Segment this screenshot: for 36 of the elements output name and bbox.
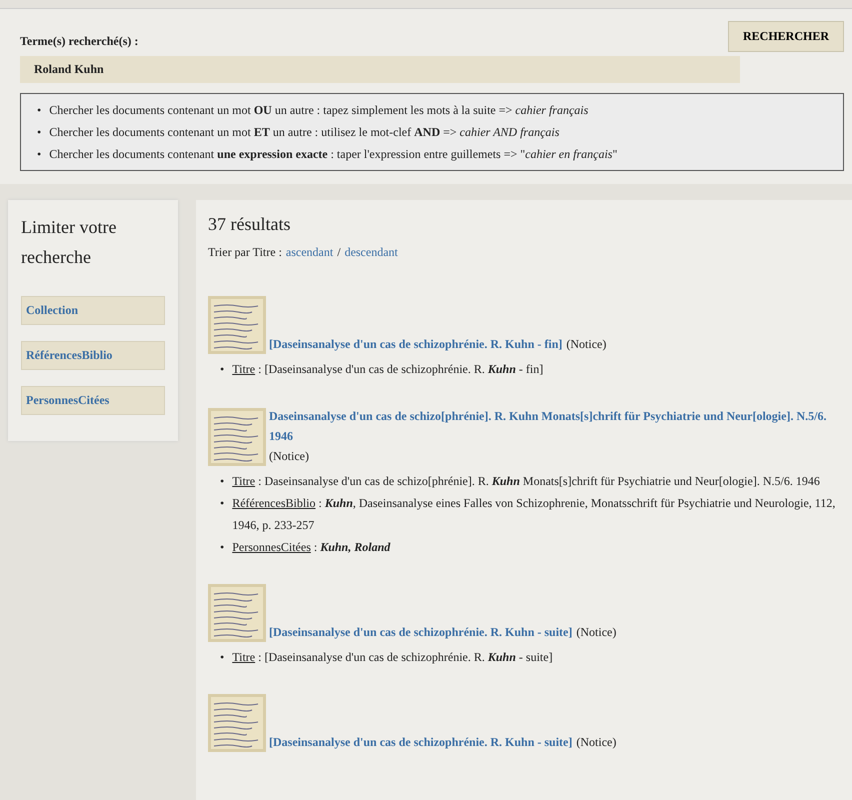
result-title-link[interactable]: [Daseinsanalyse d'un cas de schizophrénie. R. Kuhn - suite]	[269, 622, 572, 642]
bullet: •	[37, 146, 42, 163]
result-field: Titre : [Daseinsanalyse d'un cas de schizophrénie. R. Kuhn - suite]	[232, 646, 553, 668]
result-type: (Notice)	[576, 625, 616, 639]
result-title-link[interactable]: [Daseinsanalyse d'un cas de schizophrénie. R. Kuhn - suite]	[269, 732, 572, 752]
search-button[interactable]: RECHERCHER	[728, 21, 844, 52]
result-type: (Notice)	[576, 735, 616, 749]
search-tip: Chercher les documents contenant un mot OU un autre : tapez simplement les mots à la suite => cahier français	[49, 102, 588, 119]
bullet: •	[220, 495, 224, 512]
bullet: •	[220, 649, 224, 666]
facet-link[interactable]: RéférencesBiblio	[21, 341, 165, 370]
results-count: 37 résultats	[208, 214, 292, 235]
bullet: •	[37, 102, 42, 119]
facet-link[interactable]: PersonnesCitées	[21, 386, 165, 415]
search-field[interactable]: Roland Kuhn	[20, 56, 740, 83]
result-field: RéférencesBiblio : Kuhn, Daseinsanalyse eines Falles von Schizophrenie, Monatsschrift für Psychiatrie und Neurologie, 112, 1946, p. 233-257	[232, 492, 840, 536]
result-field: Titre : [Daseinsanalyse d'un cas de schizophrénie. R. Kuhn - fin]	[232, 358, 544, 380]
facet-link[interactable]: Collection	[21, 296, 165, 325]
bullet: •	[220, 539, 224, 556]
result-title-link[interactable]: Daseinsanalyse d'un cas de schizo[phrénie]. R. Kuhn Monats[s]chrift für Psychiatrie und Neur[ologie]. N.5/6. 1946	[269, 406, 836, 446]
result-field: PersonnesCitées : Kuhn, Roland	[232, 536, 390, 558]
sort-link[interactable]: ascendant	[286, 245, 334, 260]
result-type: (Notice)	[566, 337, 606, 351]
sort-link[interactable]: descendant	[344, 245, 398, 260]
search-tip: Chercher les documents contenant un mot ET un autre : utilisez le mot-clef AND => cahier AND français	[49, 124, 560, 141]
search-tip: Chercher les documents contenant une expression exacte : taper l'expression entre guillemets => "cahier en français"	[49, 146, 618, 163]
sidebar-title: Limiter votre recherche	[21, 216, 118, 269]
search-label: Terme(s) recherché(s) :	[20, 34, 138, 49]
bullet: •	[37, 124, 42, 141]
bullet: •	[220, 361, 224, 378]
bullet: •	[220, 473, 224, 490]
result-title-link[interactable]: [Daseinsanalyse d'un cas de schizophrénie. R. Kuhn - fin]	[269, 334, 562, 354]
sort-label: Trier par Titre :	[208, 245, 282, 260]
result-type: (Notice)	[269, 449, 309, 463]
result-field: Titre : Daseinsanalyse d'un cas de schizo[phrénie]. R. Kuhn Monats[s]chrift für Psychiatrie und Neur[ologie]. N.5/6. 1946	[232, 470, 820, 492]
sort-separator: /	[337, 245, 341, 260]
